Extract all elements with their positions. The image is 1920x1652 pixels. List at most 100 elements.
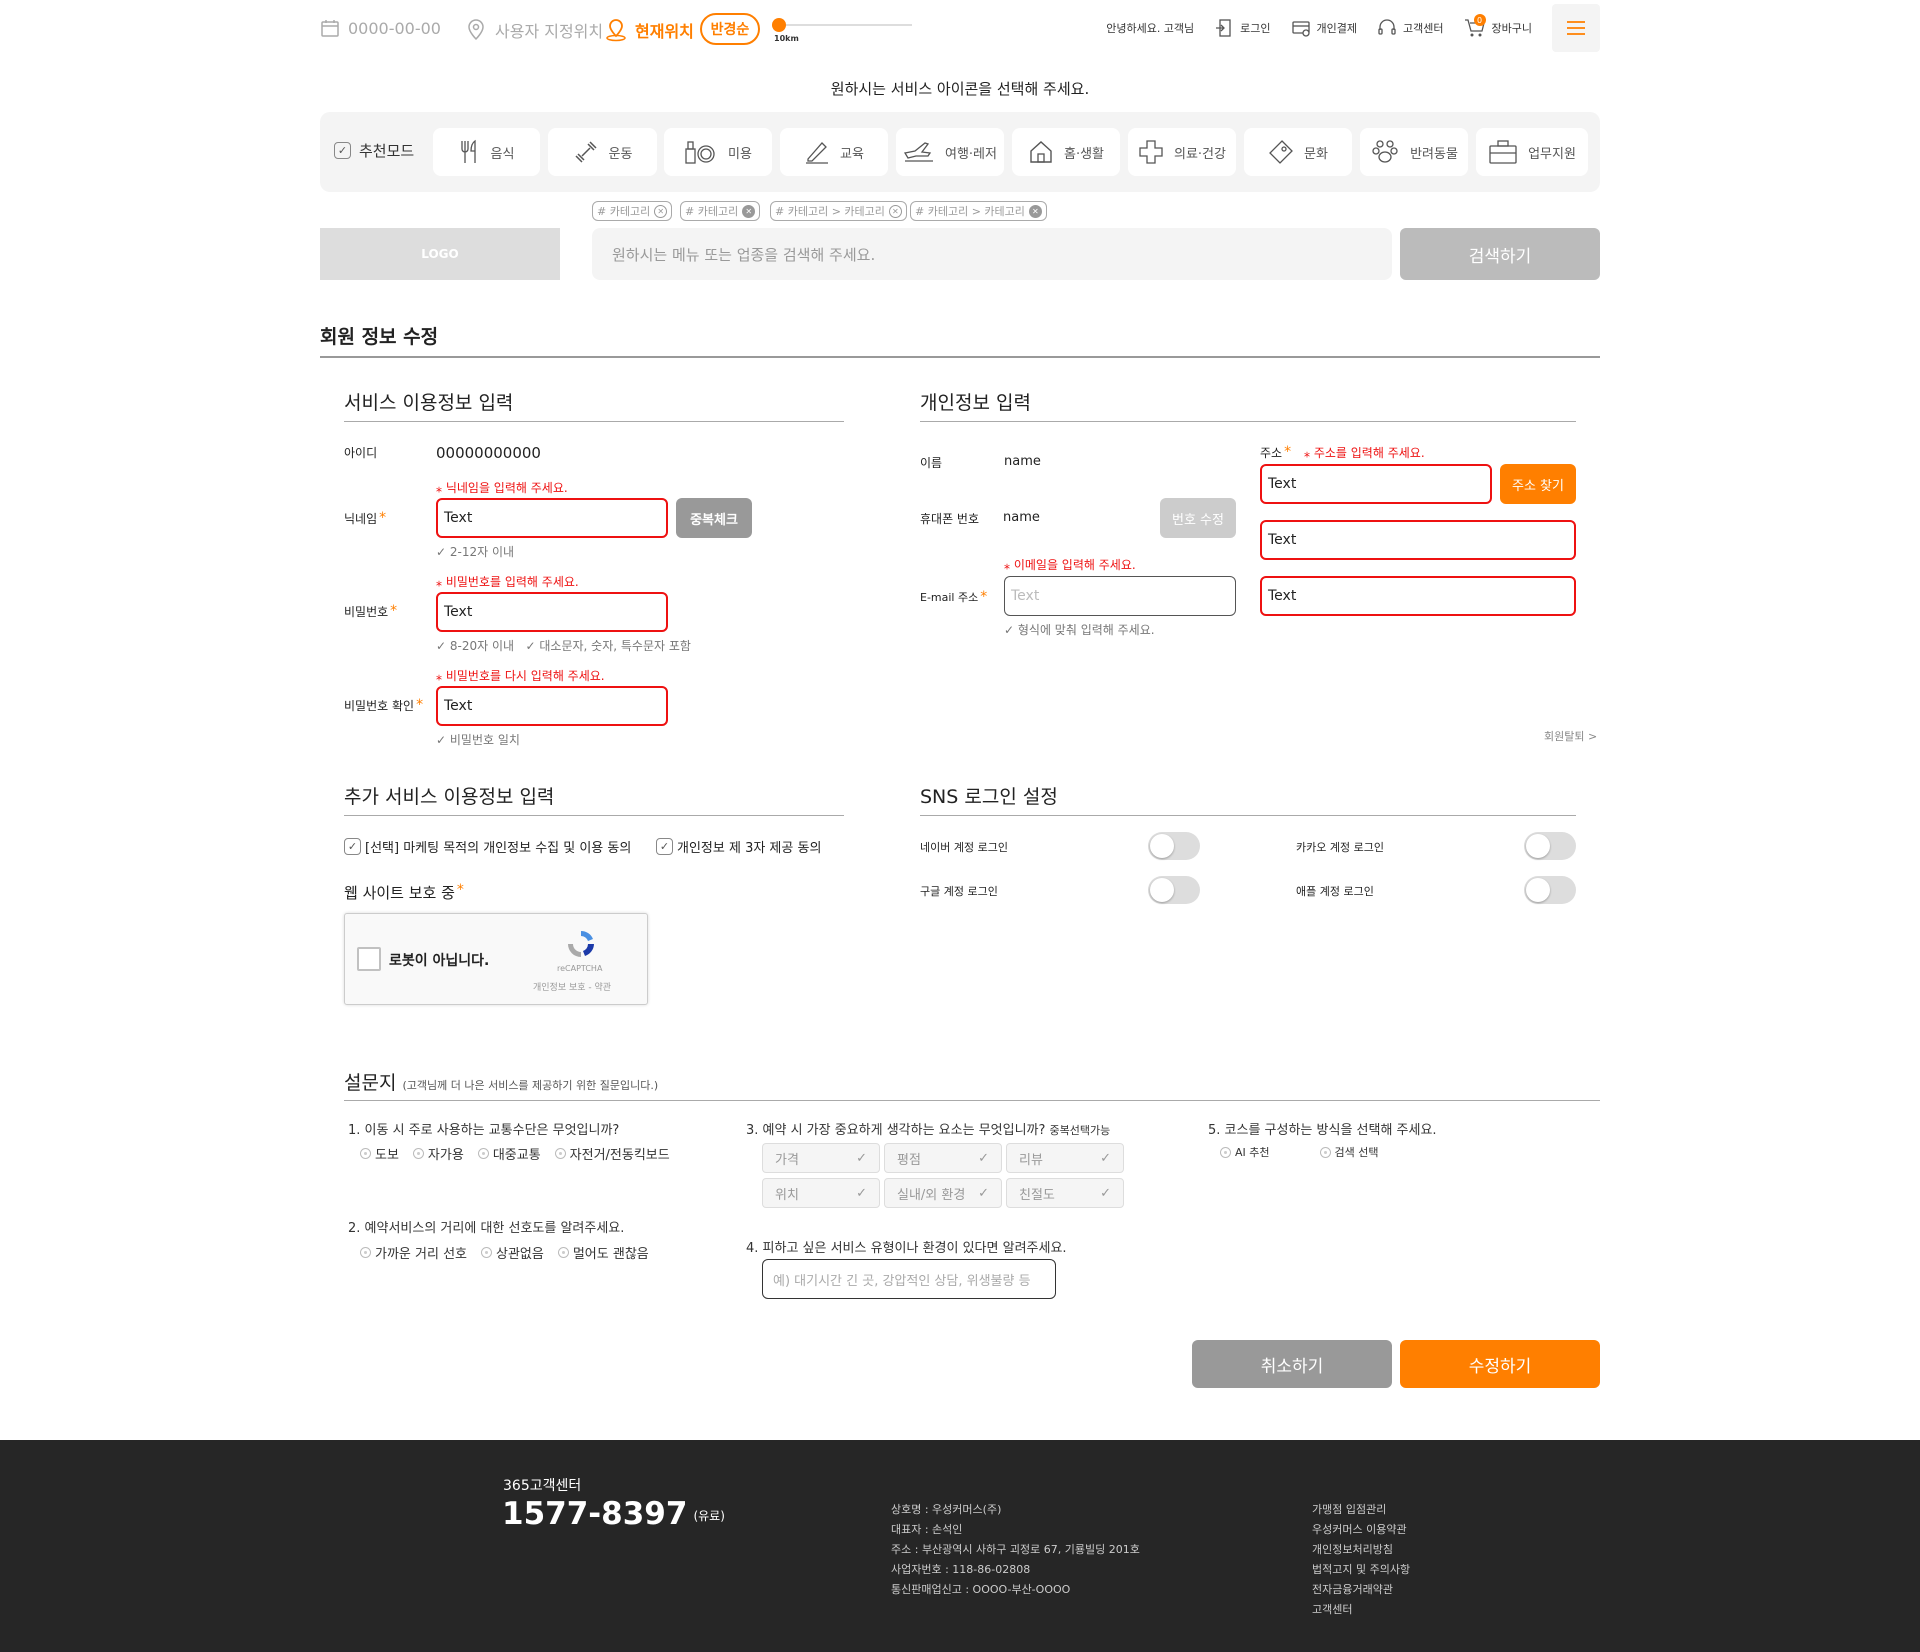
- close-icon[interactable]: ✕: [654, 204, 668, 218]
- category-business[interactable]: 업무지원: [1476, 128, 1588, 176]
- close-icon[interactable]: ✕: [742, 204, 756, 218]
- multi-option-location[interactable]: 위치 ✓: [762, 1178, 880, 1208]
- close-icon[interactable]: ✕: [888, 204, 902, 218]
- multi-option-rating[interactable]: 평점 ✓: [884, 1143, 1002, 1173]
- radio-option[interactable]: 자가용: [412, 1144, 464, 1163]
- phone-number: 1577-8397: [502, 1496, 688, 1532]
- radio-option[interactable]: 도보: [360, 1144, 399, 1163]
- current-location-button[interactable]: 현재위치: [605, 18, 694, 42]
- category-education[interactable]: 교육: [780, 128, 888, 176]
- error-text: 주소를 입력해 주세요.: [1313, 446, 1425, 460]
- sort-radius-button[interactable]: 반경순: [700, 13, 760, 45]
- password-confirm-input[interactable]: Text: [436, 686, 668, 726]
- cart-link[interactable]: 0 장바구니: [1464, 14, 1532, 38]
- radio-option[interactable]: 가까운 거리 선호: [360, 1243, 467, 1262]
- footer-link[interactable]: 전자금융거래약관: [1312, 1580, 1410, 1600]
- email-input[interactable]: Text: [1004, 576, 1236, 616]
- category-medical[interactable]: 의료·건강: [1128, 128, 1236, 176]
- recommend-mode-toggle[interactable]: ✓ 추천모드: [334, 140, 414, 161]
- category-label: 홈·생활: [1063, 146, 1104, 162]
- filter-tag[interactable]: # 카테고리 > 카테고리 ✕: [910, 201, 1047, 221]
- radio-option[interactable]: 대중교통: [477, 1144, 541, 1163]
- submit-button[interactable]: 수정하기: [1400, 1340, 1600, 1388]
- cancel-button[interactable]: 취소하기: [1192, 1340, 1392, 1388]
- footer-link[interactable]: 개인정보처리방침: [1312, 1540, 1410, 1560]
- recaptcha-checkbox[interactable]: [357, 947, 381, 971]
- multi-option-review[interactable]: 리뷰 ✓: [1006, 1143, 1124, 1173]
- footer-link[interactable]: 고객센터: [1312, 1600, 1410, 1620]
- recaptcha-widget[interactable]: 로봇이 아닙니다. reCAPTCHA 개인정보 보호 - 약관: [344, 913, 648, 1005]
- address-error: ⁎ 주소를 입력해 주세요.: [1304, 446, 1425, 460]
- duplicate-check-button[interactable]: 중복체크: [676, 498, 752, 538]
- address-input-1[interactable]: Text: [1260, 464, 1492, 504]
- category-culture[interactable]: 문화: [1244, 128, 1352, 176]
- slider-track: [772, 24, 912, 26]
- withdraw-link[interactable]: 회원탈퇴 >: [1544, 728, 1597, 744]
- user-location-button[interactable]: 사용자 지정위치: [465, 18, 603, 42]
- option-label: 실내/외 환경: [897, 1187, 966, 1203]
- footer-links: 가맹점 입점관리 우성커머스 이용약관 개인정보처리방침 법적고지 및 주의사항…: [1312, 1500, 1410, 1620]
- edit-phone-button[interactable]: 번호 수정: [1160, 498, 1236, 538]
- marketing-consent-checkbox[interactable]: ✓ [선택] 마케팅 목적의 개인정보 수집 및 이용 동의: [344, 837, 631, 856]
- radius-slider[interactable]: 10km: [772, 18, 912, 43]
- category-exercise[interactable]: 운동: [548, 128, 657, 176]
- category-food[interactable]: 음식: [433, 128, 540, 176]
- radio-option[interactable]: AI 추천: [1220, 1144, 1270, 1160]
- hint-text: 형식에 맞춰 입력해 주세요.: [1017, 623, 1155, 637]
- footer-link[interactable]: 가맹점 입점관리: [1312, 1500, 1410, 1520]
- nickname-hint: ✓ 2-12자 이내: [436, 545, 515, 559]
- logo[interactable]: LOGO: [320, 228, 560, 280]
- payment-link[interactable]: 개인결제: [1291, 18, 1357, 38]
- apple-login-toggle[interactable]: [1524, 876, 1576, 904]
- pencil-icon: [806, 142, 829, 164]
- filter-tag[interactable]: # 카테고리 ✕: [680, 201, 761, 221]
- payment-icon: [1291, 21, 1310, 37]
- recaptcha-links[interactable]: 개인정보 보호 - 약관: [533, 980, 611, 993]
- current-location-label: 현재위치: [635, 22, 694, 41]
- kakao-login-toggle[interactable]: [1524, 832, 1576, 860]
- category-label: 교육: [840, 146, 864, 162]
- address-input-3[interactable]: Text: [1260, 576, 1576, 616]
- radio-option[interactable]: 멀어도 괜찮음: [557, 1243, 649, 1262]
- radio-icon: [481, 1247, 492, 1258]
- nickname-input[interactable]: Text: [436, 498, 668, 538]
- kakao-login-label: 카카오 계정 로그인: [1296, 841, 1384, 854]
- naver-login-toggle[interactable]: [1148, 832, 1200, 860]
- option-label: 자전거/전동킥보드: [569, 1148, 670, 1163]
- company-line: 사업자번호 : 118-86-02808: [891, 1563, 1031, 1576]
- radio-option[interactable]: 자전거/전동킥보드: [554, 1144, 670, 1163]
- slider-knob[interactable]: [772, 18, 786, 32]
- category-home[interactable]: 홈·생활: [1012, 128, 1120, 176]
- google-login-toggle[interactable]: [1148, 876, 1200, 904]
- radio-icon: [360, 1247, 371, 1258]
- search-input[interactable]: 원하시는 메뉴 또는 업종을 검색해 주세요.: [592, 228, 1392, 280]
- third-party-consent-checkbox[interactable]: ✓ 개인정보 제 3자 제공 동의: [656, 837, 821, 856]
- category-pets[interactable]: 반려동물: [1360, 128, 1468, 176]
- question-3: 3. 예약 시 가장 중요하게 생각하는 요소는 무엇입니까? 중복선택가능: [746, 1119, 1110, 1138]
- footer-link[interactable]: 우성커머스 이용약관: [1312, 1520, 1410, 1540]
- multi-option-kindness[interactable]: 친절도 ✓: [1006, 1178, 1124, 1208]
- close-icon[interactable]: ✕: [1028, 204, 1042, 218]
- radio-option[interactable]: 검색 선택: [1319, 1144, 1379, 1160]
- filter-tag[interactable]: # 카테고리 > 카테고리 ✕: [770, 201, 907, 221]
- category-beauty[interactable]: 미용: [664, 128, 772, 176]
- multi-option-price[interactable]: 가격 ✓: [762, 1143, 880, 1173]
- login-link[interactable]: 로그인: [1214, 18, 1271, 38]
- find-address-button[interactable]: 주소 찾기: [1500, 464, 1576, 504]
- footer-link[interactable]: 법적고지 및 주의사항: [1312, 1560, 1410, 1580]
- search-button[interactable]: 검색하기: [1400, 228, 1600, 280]
- multi-option-environment[interactable]: 실내/외 환경 ✓: [884, 1178, 1002, 1208]
- category-travel[interactable]: 여행·레저: [896, 128, 1004, 176]
- filter-tag[interactable]: # 카테고리 ✕: [592, 201, 673, 221]
- option-label: 친절도: [1019, 1187, 1055, 1203]
- date-picker[interactable]: 0000-00-00: [320, 18, 441, 38]
- checkmark-icon: ✓: [856, 1185, 867, 1201]
- password-input[interactable]: Text: [436, 592, 668, 632]
- support-link[interactable]: 고객센터: [1377, 18, 1444, 38]
- login-label: 로그인: [1240, 22, 1271, 35]
- radio-option[interactable]: 상관없음: [481, 1243, 544, 1262]
- hamburger-menu-button[interactable]: [1552, 4, 1600, 52]
- option-label: 가격: [775, 1152, 799, 1168]
- address-input-2[interactable]: Text: [1260, 520, 1576, 560]
- avoid-service-input[interactable]: 예) 대기시간 긴 곳, 강압적인 상담, 위생불량 등: [762, 1259, 1056, 1299]
